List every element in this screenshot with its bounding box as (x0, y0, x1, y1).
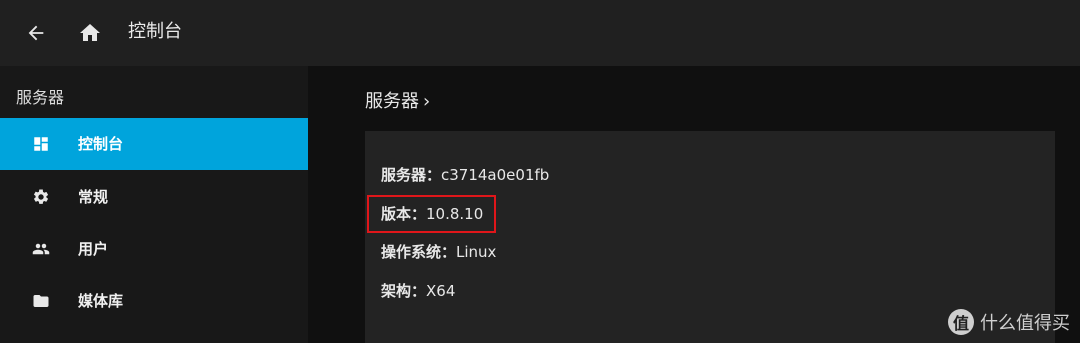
arrow-left-icon (28, 25, 44, 41)
info-key: 操作系统： (381, 243, 457, 261)
info-key: 架构： (381, 282, 427, 300)
sidebar-item-users[interactable]: 用户 (0, 223, 308, 275)
sidebar-item-library[interactable]: 媒体库 (0, 275, 308, 327)
info-arch: 架构：X64 (381, 281, 455, 301)
sidebar-item-label: 常规 (78, 188, 109, 206)
watermark-text: 什么值得买 (980, 313, 1070, 334)
home-icon (80, 24, 100, 41)
chevron-right-icon: › (423, 91, 431, 112)
sidebar-item-label: 用户 (78, 240, 109, 258)
people-icon (32, 240, 50, 258)
sidebar-heading: 服务器 (16, 88, 65, 107)
sidebar-item-dashboard[interactable]: 控制台 (0, 118, 308, 170)
info-server: 服务器：c3714a0e01fb (381, 165, 549, 185)
sidebar-item-label: 控制台 (78, 135, 124, 153)
dashboard-icon (32, 135, 50, 153)
sidebar-item-label: 媒体库 (78, 292, 124, 310)
info-os: 操作系统：Linux (381, 242, 496, 262)
info-value: X64 (426, 282, 456, 300)
home-button[interactable] (74, 17, 106, 49)
page-title: 控制台 (128, 21, 182, 42)
gear-icon (32, 188, 50, 206)
watermark-logo-icon: 值 (948, 309, 974, 335)
sidebar: 服务器 控制台 常规 用户 媒体库 (0, 66, 308, 343)
info-value: Linux (456, 243, 497, 261)
watermark: 值 什么值得买 (948, 309, 1070, 335)
sidebar-item-general[interactable]: 常规 (0, 171, 308, 223)
back-button[interactable] (20, 17, 52, 49)
breadcrumb-label: 服务器 (365, 91, 419, 112)
breadcrumb-server[interactable]: 服务器 › (365, 91, 430, 113)
version-highlight-box (367, 195, 496, 233)
folder-icon (32, 292, 50, 310)
info-key: 服务器： (381, 166, 442, 184)
info-value: c3714a0e01fb (441, 166, 550, 184)
top-header: 控制台 (0, 0, 1080, 66)
app-window: 控制台 服务器 控制台 常规 用户 媒体库 服务器 › 服务器：c3714a0e… (0, 0, 1080, 343)
